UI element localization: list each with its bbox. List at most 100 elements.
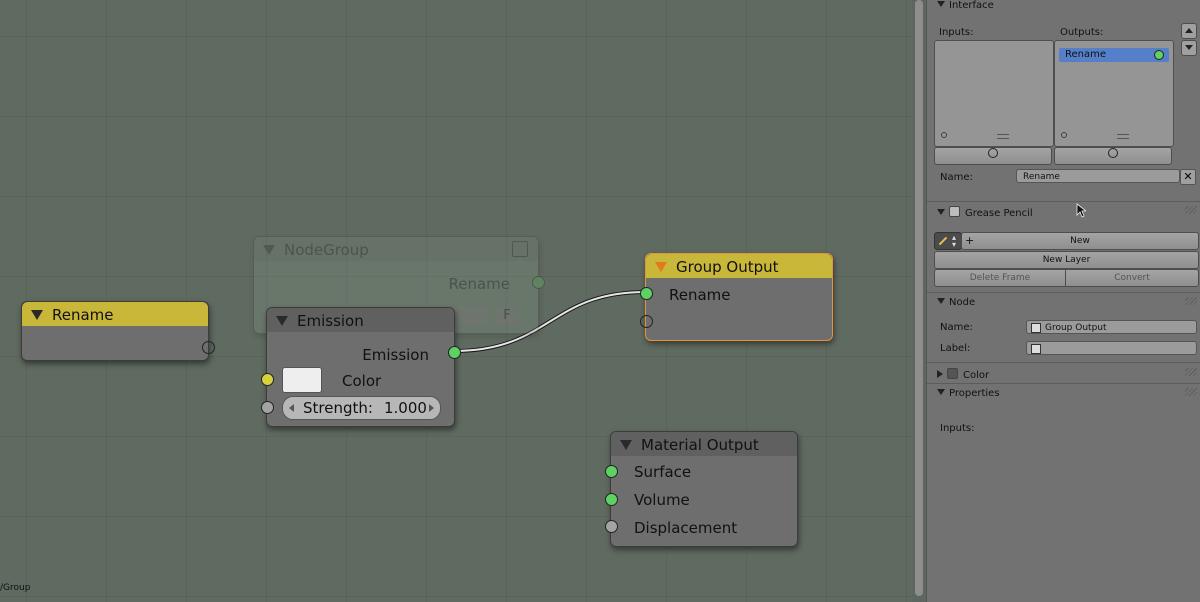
node-group-output[interactable]: Group Output Rename [640, 253, 833, 341]
volume-socket[interactable] [605, 493, 618, 506]
surface-label: Surface [634, 463, 692, 481]
new-layer-button[interactable]: New Layer [934, 251, 1199, 269]
strength-label: Strength: [303, 399, 373, 417]
outputs-list-item[interactable]: Rename [1059, 48, 1169, 62]
collapse-triangle-icon[interactable] [937, 298, 945, 304]
collapse-triangle-icon[interactable] [620, 440, 632, 450]
node-label-label: Label: [940, 343, 971, 354]
node-material-output-header[interactable]: Material Output [611, 432, 797, 456]
node-tree-icon [1031, 344, 1041, 354]
node-rename[interactable]: Rename [21, 301, 215, 361]
collapse-triangle-icon[interactable] [937, 1, 945, 7]
list-filter-icon[interactable] [941, 132, 947, 138]
node-editor-canvas[interactable]: Rename NodeGroup Rename Group F Emission… [0, 0, 912, 602]
node-group-output-rename-socket[interactable] [640, 287, 653, 300]
node-nodegroup-title: NodeGroup [284, 241, 369, 259]
interface-name-field[interactable]: Rename [1016, 169, 1180, 183]
inputs-list-label: Inputs: [939, 27, 974, 38]
panel-drag-grip[interactable] [1185, 388, 1197, 396]
properties-sidebar: Interface Inputs: Outputs: Rename Name: … [926, 0, 1200, 602]
node-panel-header[interactable]: Node [937, 297, 975, 308]
node-emission-color-socket[interactable] [261, 373, 274, 386]
list-filter-icon[interactable] [1061, 132, 1067, 138]
separator [927, 383, 1200, 384]
separator [927, 201, 1200, 202]
node-emission-title: Emission [297, 312, 364, 330]
node-rename-title: Rename [52, 306, 114, 324]
separator [927, 292, 1200, 293]
panel-drag-grip[interactable] [1185, 206, 1197, 214]
node-emission-output-socket[interactable] [448, 346, 461, 359]
collapse-triangle-icon[interactable] [937, 209, 945, 215]
outputs-list-item-label: Rename [1065, 49, 1107, 60]
grease-pencil-checkbox[interactable] [949, 206, 960, 217]
inputs-list[interactable] [934, 40, 1054, 147]
pencil-icon [938, 236, 948, 246]
list-resize-grip[interactable] [997, 134, 1009, 139]
interface-panel-header[interactable]: Interface [937, 0, 994, 11]
node-emission-header[interactable]: Emission [267, 308, 454, 332]
node-group-output-empty-socket[interactable] [640, 315, 653, 328]
properties-panel-header[interactable]: Properties [937, 388, 1000, 399]
panel-drag-grip[interactable] [1185, 368, 1197, 376]
node-material-output[interactable]: Material Output Surface Volume Displacem… [605, 431, 798, 547]
node-nodegroup-fake-user-button[interactable]: F [496, 307, 518, 325]
close-icon: ✕ [1183, 170, 1193, 183]
move-down-button[interactable] [1181, 40, 1197, 56]
node-nodegroup-output-socket[interactable] [532, 276, 545, 289]
collapse-triangle-icon[interactable] [276, 316, 288, 326]
properties-inputs-label: Inputs: [940, 423, 975, 434]
color-panel-header[interactable]: Color [937, 368, 989, 381]
node-emission-output-label: Emission [362, 346, 429, 364]
node-emission[interactable]: Emission Emission Color Strength: 1.000 [261, 307, 461, 427]
add-input-button[interactable] [934, 147, 1052, 165]
collapse-triangle-icon[interactable] [31, 310, 43, 320]
strength-value: 1.000 [384, 399, 427, 417]
breadcrumb: /Group [0, 583, 31, 593]
move-up-button[interactable] [1181, 23, 1197, 39]
output-socket-icon [1154, 50, 1164, 60]
arrow-left-icon[interactable] [289, 404, 294, 412]
node-nodegroup-output-label: Rename [448, 275, 510, 293]
collapse-triangle-icon[interactable] [655, 262, 667, 272]
plus-icon [988, 148, 998, 158]
plus-icon [1108, 148, 1118, 158]
expand-triangle-icon[interactable] [937, 370, 943, 378]
strength-slider[interactable]: Strength: 1.000 [282, 396, 441, 420]
node-group-output-header[interactable]: Group Output [646, 254, 832, 278]
node-name-field[interactable]: Group Output [1026, 320, 1197, 334]
node-nodegroup-header[interactable]: NodeGroup [254, 237, 538, 261]
node-rename-header[interactable]: Rename [22, 302, 208, 326]
displacement-socket[interactable] [605, 520, 618, 533]
panel-drag-grip[interactable] [1185, 297, 1197, 305]
surface-socket[interactable] [605, 465, 618, 478]
add-output-button[interactable] [1054, 147, 1172, 165]
list-resize-grip[interactable] [1117, 134, 1129, 139]
new-grease-pencil-button[interactable]: + New [961, 232, 1199, 250]
convert-button[interactable]: Convert [1065, 269, 1199, 287]
displacement-label: Displacement [634, 519, 738, 537]
color-checkbox[interactable] [947, 368, 958, 379]
node-group-output-title: Group Output [676, 258, 779, 276]
color-swatch[interactable] [282, 367, 322, 393]
node-material-output-title: Material Output [641, 436, 759, 454]
node-emission-strength-socket[interactable] [261, 401, 274, 414]
arrow-up-icon [1185, 28, 1193, 33]
node-label-field[interactable] [1026, 341, 1197, 355]
node-emission-color-label: Color [342, 372, 382, 390]
node-group-icon [512, 241, 528, 257]
node-rename-output-socket[interactable] [202, 341, 215, 354]
node-group-output-rename-label: Rename [669, 286, 731, 304]
mouse-cursor-icon [1076, 203, 1086, 218]
add-icon: + [965, 234, 975, 247]
collapse-triangle-icon[interactable] [937, 389, 945, 395]
delete-frame-button[interactable]: Delete Frame [934, 269, 1066, 287]
arrow-right-icon[interactable] [429, 404, 434, 412]
clear-name-button[interactable]: ✕ [1180, 169, 1196, 185]
outputs-list[interactable]: Rename [1054, 40, 1174, 147]
canvas-scrollbar-thumb[interactable] [915, 0, 923, 596]
arrow-down-icon [1185, 45, 1193, 50]
grease-pencil-panel-header[interactable]: Grease Pencil [937, 206, 1033, 219]
grease-pencil-data-selector[interactable]: ▴ ▾ [934, 232, 962, 250]
collapse-triangle-icon[interactable] [263, 245, 275, 255]
